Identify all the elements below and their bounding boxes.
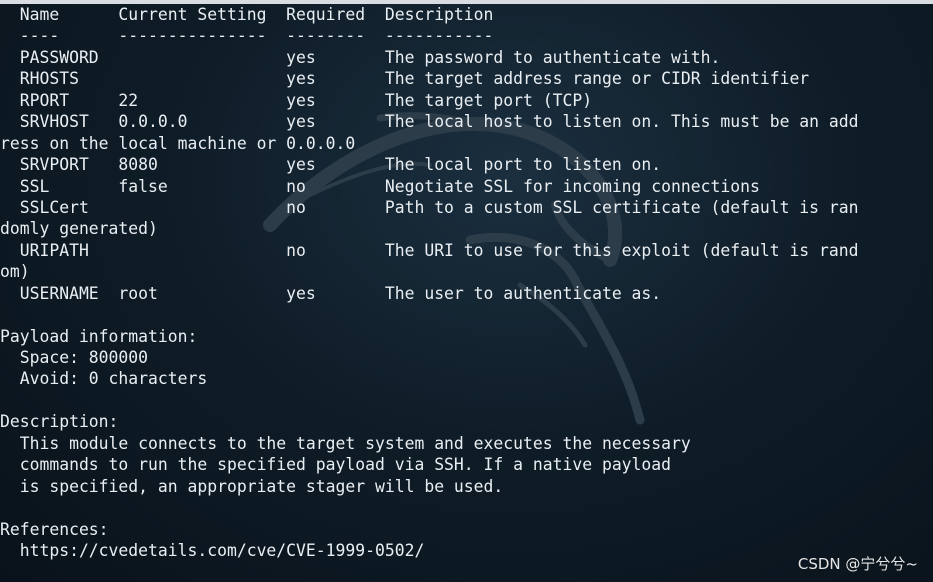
- terminal-line: This module connects to the target syste…: [0, 433, 691, 453]
- terminal-output: Name Current Setting Required Descriptio…: [0, 4, 933, 561]
- terminal-line: Avoid: 0 characters: [0, 369, 208, 389]
- watermark: CSDN @宁兮兮~: [797, 555, 918, 573]
- terminal-line: ---- --------------- -------- ----------…: [0, 26, 494, 46]
- terminal-line: domly generated): [0, 219, 158, 239]
- terminal-line: commands to run the specified payload vi…: [0, 455, 672, 475]
- terminal-line: References:: [0, 519, 109, 539]
- terminal-line: USERNAME root yes The user to authentica…: [0, 283, 662, 303]
- terminal-line: ress on the local machine or 0.0.0.0: [0, 133, 356, 153]
- terminal-line: Space: 800000: [0, 348, 149, 367]
- terminal-line: Name Current Setting Required Descriptio…: [0, 5, 494, 24]
- terminal-line: om): [0, 262, 30, 282]
- terminal-line: URIPATH no The URI to use for this explo…: [0, 240, 859, 260]
- terminal-line: SRVPORT 8080 yes The local port to liste…: [0, 155, 662, 175]
- terminal-line: RPORT 22 yes The target port (TCP): [0, 90, 593, 110]
- terminal-line: Payload information:: [0, 326, 198, 346]
- terminal-line: Description:: [0, 412, 119, 432]
- terminal-line: is specified, an appropriate stager will…: [0, 476, 504, 496]
- terminal-line: PASSWORD yes The password to authenticat…: [0, 47, 721, 67]
- terminal-line: SRVHOST 0.0.0.0 yes The local host to li…: [0, 112, 859, 132]
- terminal-line: RHOSTS yes The target address range or C…: [0, 69, 810, 89]
- terminal-line: https://cvedetails.com/cve/CVE-1999-0502…: [0, 540, 425, 560]
- terminal-line: SSLCert no Path to a custom SSL certific…: [0, 197, 859, 217]
- terminal-line: SSL false no Negotiate SSL for incoming …: [0, 176, 760, 196]
